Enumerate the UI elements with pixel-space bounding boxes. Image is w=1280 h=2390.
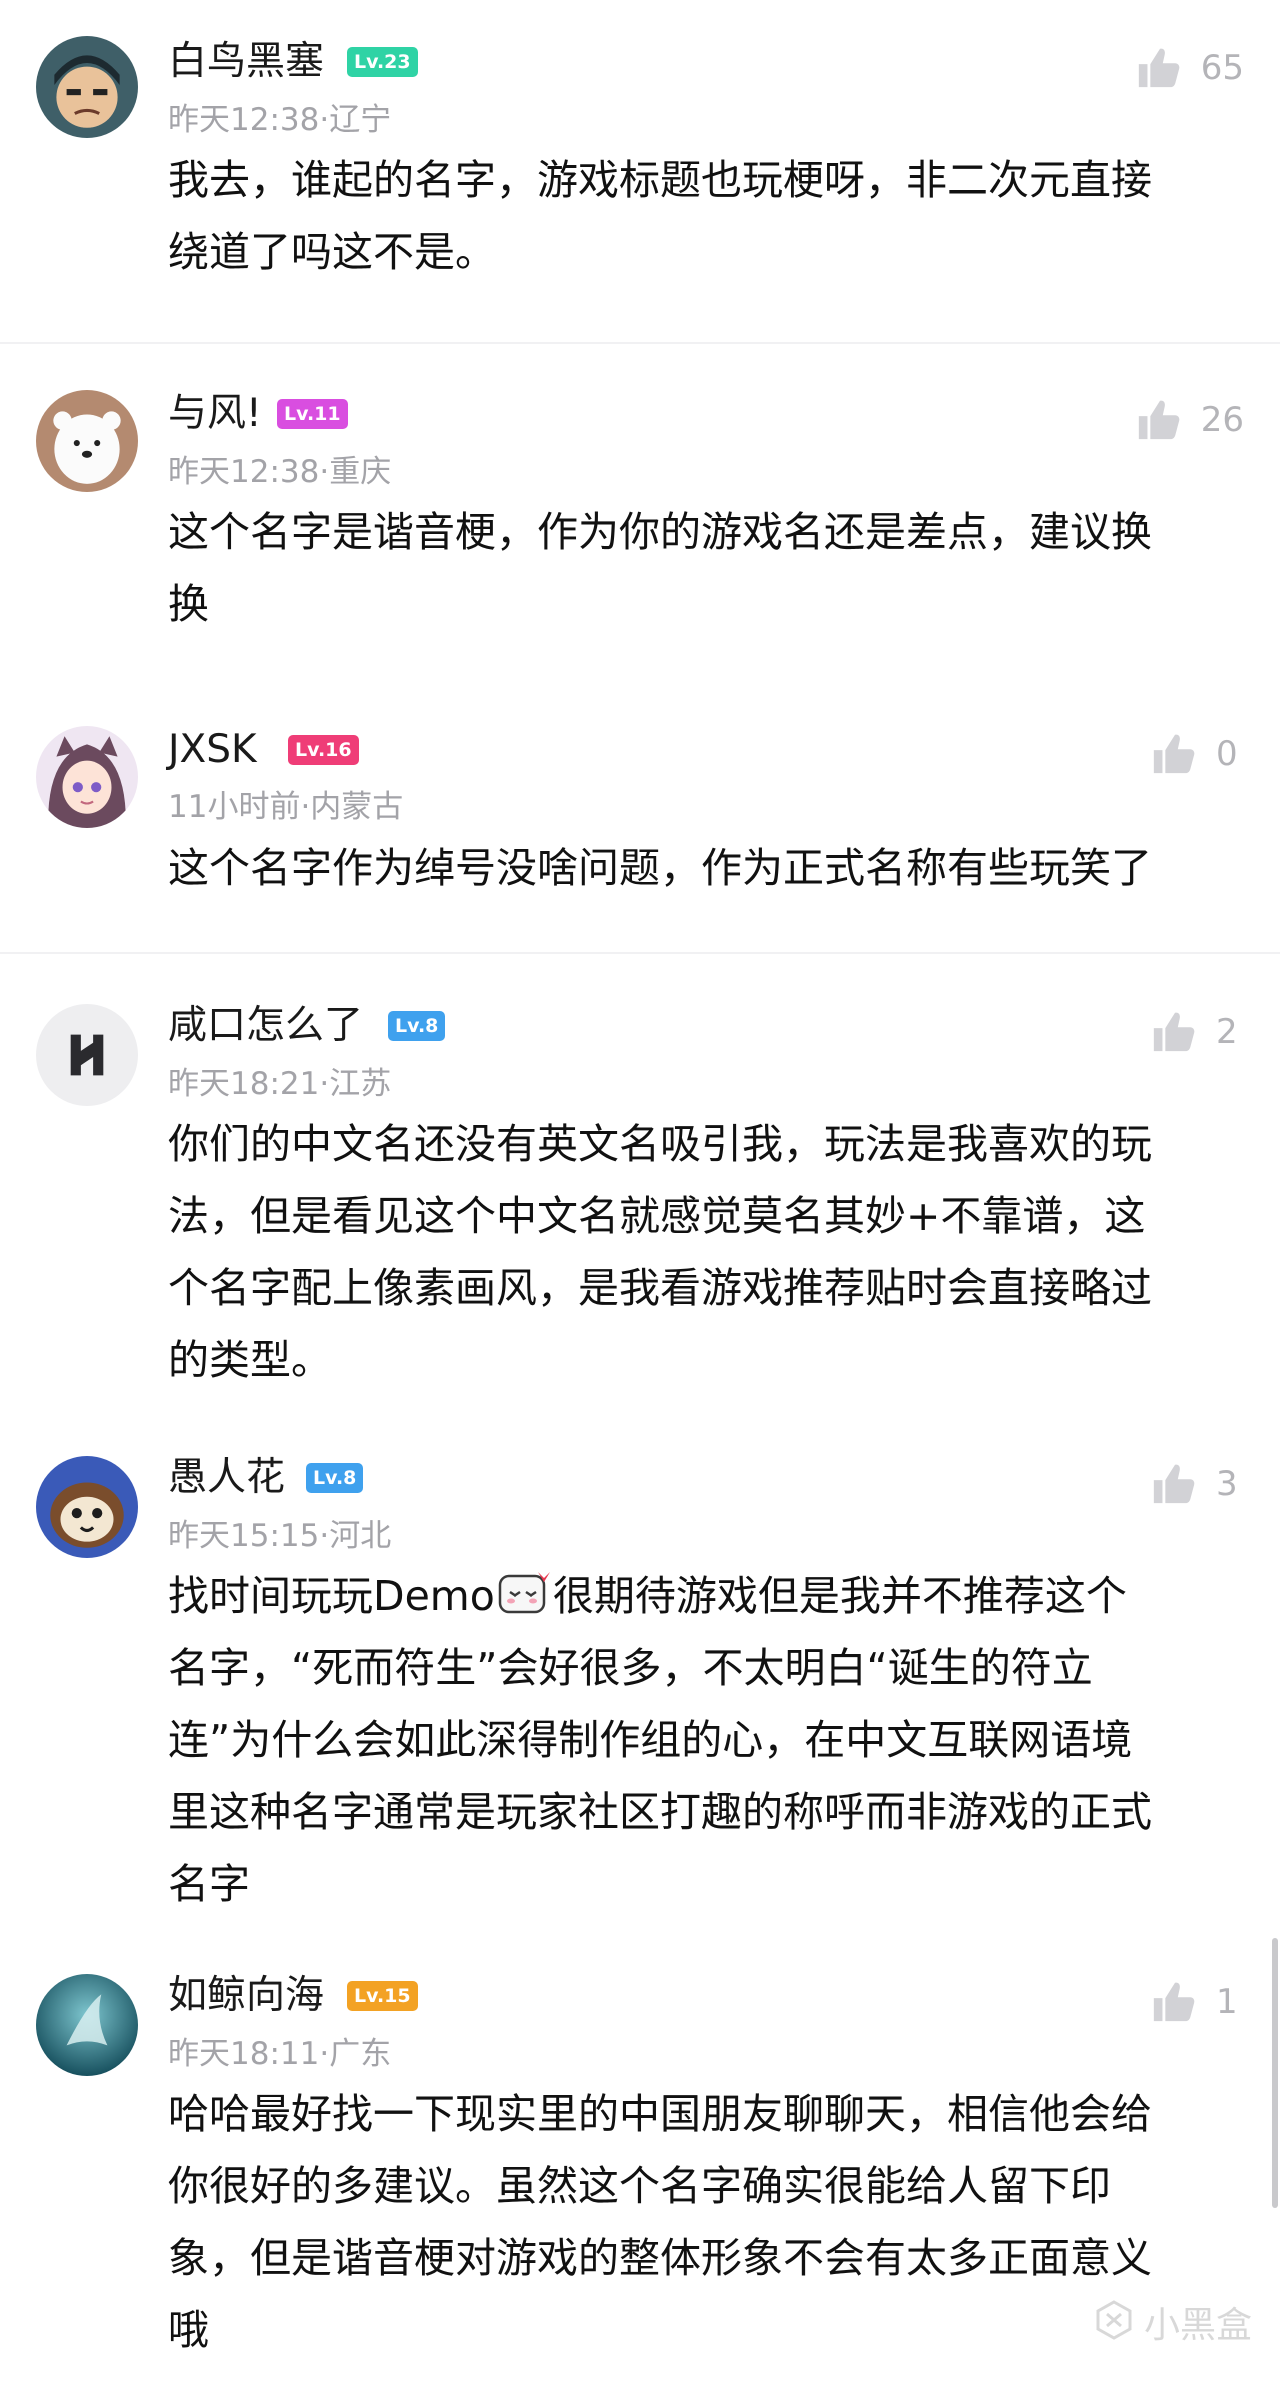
like-button[interactable]: 1 [1150, 1979, 1244, 2025]
like-button[interactable]: 2 [1150, 1009, 1244, 1055]
avatar[interactable] [36, 1004, 138, 1106]
thumbs-up-icon [1135, 45, 1181, 91]
like-count: 26 [1200, 400, 1244, 440]
comment-item: 愚人花 Lv.8 昨天15:15·河北 3 找时间玩玩Demo 很期待游戏但是我并… [0, 1404, 1280, 1934]
username[interactable]: 与风! [168, 390, 262, 438]
scrollbar[interactable] [1272, 1938, 1278, 2208]
comment-item: 与风! Lv.11 昨天12:38·重庆 26 这个名字是谐音梗，作为你的游戏名… [0, 344, 1280, 680]
level-badge: Lv.8 [388, 1011, 446, 1041]
thumbs-up-icon [1150, 1009, 1196, 1055]
level-badge: Lv.11 [277, 399, 348, 429]
blush-emoji-icon [497, 1570, 551, 1616]
comment-text: 这个名字作为绰号没啥问题，作为正式名称有些玩笑了 [168, 844, 1152, 892]
like-count: 3 [1216, 1464, 1238, 1504]
like-count: 1 [1216, 1982, 1238, 2022]
watermark: 小黑盒 [1094, 2296, 1252, 2348]
comment-list: 白鸟黑塞 Lv.23 昨天12:38·辽宁 65 我去，谁起的名字，游戏标题也玩… [0, 0, 1280, 2390]
username[interactable]: 如鲸向海 [168, 1972, 324, 2020]
avatar[interactable] [36, 1974, 138, 2076]
comment-meta: 昨天12:38·辽宁 [168, 102, 392, 138]
thumbs-up-icon [1150, 1979, 1196, 2025]
like-button[interactable]: 26 [1135, 397, 1244, 443]
comment-item: 白鸟黑塞 Lv.23 昨天12:38·辽宁 65 我去，谁起的名字，游戏标题也玩… [0, 0, 1280, 340]
comment-text: 找时间玩玩Demo 很期待游戏但是我并不推荐这个 名字，“死而符生”会好很多，不太… [168, 1570, 1152, 1908]
comment-item: 咸口怎么了 Lv.8 昨天18:21·江苏 2 你们的中文名还没有英文名吸引我，… [0, 954, 1280, 1404]
comment-meta: 11小时前·内蒙古 [168, 789, 404, 825]
comment-text: 你们的中文名还没有英文名吸引我，玩法是我喜欢的玩 法，但是看见这个中文名就感觉莫… [168, 1120, 1152, 1384]
like-count: 2 [1216, 1012, 1238, 1052]
comment-text-part: 找时间玩玩Demo [168, 1572, 495, 1620]
level-badge: Lv.23 [347, 47, 418, 77]
thumbs-up-icon [1150, 731, 1196, 777]
avatar[interactable] [36, 390, 138, 492]
comment-meta: 昨天12:38·重庆 [168, 454, 392, 490]
thumbs-up-icon [1150, 1461, 1196, 1507]
like-button[interactable]: 3 [1150, 1461, 1244, 1507]
comment-item: 如鲸向海 Lv.15 昨天18:11·广东 1 哈哈最好找一下现实里的中国朋友聊… [0, 1934, 1280, 2390]
username[interactable]: 愚人花 [168, 1454, 285, 1502]
avatar[interactable] [36, 726, 138, 828]
avatar[interactable] [36, 36, 138, 138]
comment-text-part: 很期待游戏但是我并不推荐这个 [552, 1572, 1127, 1620]
username[interactable]: 白鸟黑塞 [168, 38, 324, 86]
comment-text: 我去，谁起的名字，游戏标题也玩梗呀，非二次元直接 绕道了吗这不是。 [168, 156, 1152, 276]
username[interactable]: 咸口怎么了 [168, 1002, 363, 1050]
heybox-logo-icon [1094, 2300, 1134, 2344]
comment-text: 哈哈最好找一下现实里的中国朋友聊聊天，相信他会给 你很好的多建议。虽然这个名字确… [168, 2090, 1152, 2354]
like-count: 65 [1200, 48, 1244, 88]
level-badge: Lv.16 [288, 735, 359, 765]
comment-meta: 昨天18:11·广东 [168, 2036, 392, 2072]
watermark-text: 小黑盒 [1143, 2305, 1252, 2346]
level-badge: Lv.8 [306, 1463, 364, 1493]
like-button[interactable]: 65 [1135, 45, 1244, 91]
like-count: 0 [1216, 734, 1238, 774]
username[interactable]: JXSK [168, 726, 257, 774]
level-badge: Lv.15 [347, 1981, 418, 2011]
thumbs-up-icon [1135, 397, 1181, 443]
comment-meta: 昨天15:15·河北 [168, 1518, 392, 1554]
like-button[interactable]: 0 [1150, 731, 1244, 777]
avatar[interactable] [36, 1456, 138, 1558]
comment-text: 这个名字是谐音梗，作为你的游戏名还是差点，建议换 换 [168, 508, 1152, 628]
comment-item: JXSK Lv.16 11小时前·内蒙古 0 这个名字作为绰号没啥问题，作为正式… [0, 680, 1280, 952]
comment-meta: 昨天18:21·江苏 [168, 1066, 392, 1102]
